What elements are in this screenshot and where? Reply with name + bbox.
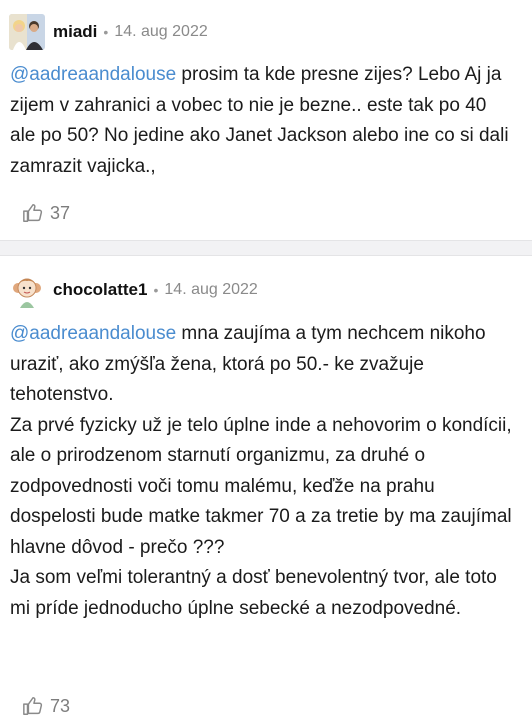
comment-divider [0, 240, 532, 256]
comment-header: chocolatte1 • 14. aug 2022 [9, 272, 258, 308]
mention-link[interactable]: @aadreaandalouse [10, 64, 176, 85]
avatar[interactable] [9, 272, 45, 308]
comment-body: @aadreaandalouse mna zaujíma a tym nechc… [10, 319, 515, 624]
username[interactable]: miadi [53, 22, 97, 42]
like-count: 37 [50, 202, 71, 223]
mention-link[interactable]: @aadreaandalouse [10, 323, 176, 344]
meta-separator: • [103, 24, 109, 40]
cartoon-girl-icon [9, 272, 45, 308]
comment-text: mna zaujíma a tym nechcem nikoho uraziť,… [10, 323, 512, 619]
like-button[interactable]: 37 [22, 202, 70, 224]
avatar[interactable] [9, 14, 45, 50]
comment-date: 14. aug 2022 [114, 23, 208, 40]
thumbs-up-icon [23, 697, 43, 715]
like-count: 73 [50, 695, 71, 716]
like-button[interactable]: 73 [22, 695, 70, 717]
comment-date: 14. aug 2022 [164, 281, 258, 298]
comment-card: chocolatte1 • 14. aug 2022 @aadreaandalo… [0, 256, 532, 725]
thumbs-up-icon [23, 204, 43, 222]
couple-photo-icon [9, 14, 45, 50]
meta-separator: • [153, 282, 159, 298]
comment-card: miadi • 14. aug 2022 @aadreaandalouse pr… [0, 0, 532, 240]
comment-header: miadi • 14. aug 2022 [9, 14, 208, 50]
comment-body: @aadreaandalouse prosim ta kde presne zi… [10, 60, 515, 182]
username[interactable]: chocolatte1 [53, 280, 147, 300]
